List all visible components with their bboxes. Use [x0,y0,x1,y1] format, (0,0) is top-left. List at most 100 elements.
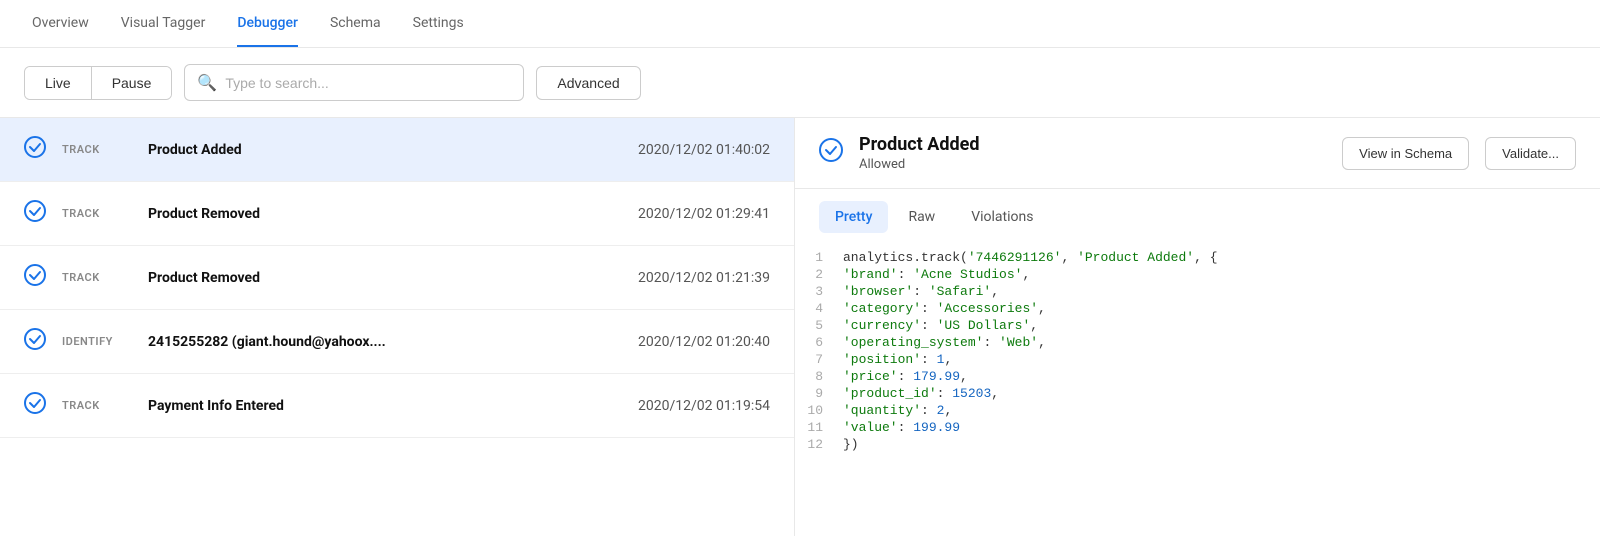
line-number: 3 [795,284,843,299]
live-button[interactable]: Live [25,67,92,99]
code-token: 'Acne Studios' [913,267,1022,282]
line-number: 8 [795,369,843,384]
line-content: analytics.track('7446291126', 'Product A… [843,250,1600,265]
line-number: 6 [795,335,843,350]
code-token: 'currency' [843,318,921,333]
nav-item-debugger[interactable]: Debugger [237,1,298,47]
view-schema-button[interactable]: View in Schema [1342,137,1469,170]
code-token: : [921,352,937,367]
code-token: 15203 [952,386,991,401]
code-token: , [944,352,952,367]
code-token: : [921,301,937,316]
code-token: , [944,403,952,418]
tab-violations[interactable]: Violations [955,201,1049,233]
event-name-label: Product Added [148,142,622,158]
code-token: , [1022,267,1030,282]
code-token: 'Web' [999,335,1038,350]
line-content: 'operating_system': 'Web', [843,335,1600,350]
code-line: 1analytics.track('7446291126', 'Product … [795,249,1600,266]
code-line: 12}) [795,436,1600,453]
event-row[interactable]: IDENTIFY 2415255282 (giant.hound@yahoox..… [0,310,794,374]
tab-pretty[interactable]: Pretty [819,201,888,233]
nav-bar: Overview Visual Tagger Debugger Schema Setti… [0,0,1600,48]
code-token: '7446291126' [968,250,1062,265]
event-time-label: 2020/12/02 01:19:54 [638,398,770,414]
line-number: 5 [795,318,843,333]
event-row[interactable]: TRACKProduct Removed2020/12/02 01:29:41 [0,182,794,246]
pause-button[interactable]: Pause [92,67,172,99]
code-token: 'position' [843,352,921,367]
code-token: 'Safari' [929,284,991,299]
validate-button[interactable]: Validate... [1485,137,1576,170]
code-token: 199.99 [913,420,960,435]
code-token: 'value' [843,420,898,435]
detail-tabs: PrettyRawViolations [795,189,1600,233]
detail-check-icon [819,138,843,168]
code-token: 'category' [843,301,921,316]
nav-item-visual-tagger[interactable]: Visual Tagger [121,1,206,47]
code-token: 'Accessories' [937,301,1038,316]
code-token: , [991,284,999,299]
nav-item-overview[interactable]: Overview [32,1,89,47]
code-token: analytics.track( [843,250,968,265]
code-token: : [921,403,937,418]
detail-panel: Product Added Allowed View in Schema Val… [795,118,1600,536]
code-line: 8 'price': 179.99, [795,368,1600,385]
code-line: 2 'brand': 'Acne Studios', [795,266,1600,283]
code-token: : [937,386,953,401]
code-token: 'US Dollars' [937,318,1031,333]
code-line: 9 'product_id': 15203, [795,385,1600,402]
code-token: , [960,369,968,384]
event-row[interactable]: TRACKPayment Info Entered2020/12/02 01:1… [0,374,794,438]
line-number: 1 [795,250,843,265]
check-icon [24,200,46,227]
line-content: 'position': 1, [843,352,1600,367]
detail-header-info: Product Added Allowed [859,134,1326,172]
nav-item-schema[interactable]: Schema [330,1,381,47]
code-token: 'operating_system' [843,335,983,350]
line-content: 'value': 199.99 [843,420,1600,435]
event-type-label: IDENTIFY [62,335,132,348]
tab-raw[interactable]: Raw [892,201,951,233]
event-name-label: 2415255282 (giant.hound@yahoox.... [148,334,622,350]
event-name-label: Product Removed [148,206,622,222]
event-row[interactable]: TRACKProduct Removed2020/12/02 01:21:39 [0,246,794,310]
event-type-label: TRACK [62,143,132,156]
event-type-label: TRACK [62,271,132,284]
line-number: 7 [795,352,843,367]
code-token: : [898,420,914,435]
search-icon: 🔍 [197,73,217,92]
event-time-label: 2020/12/02 01:40:02 [638,142,770,158]
code-token: : [983,335,999,350]
code-token: }) [843,437,859,452]
code-line: 5 'currency': 'US Dollars', [795,317,1600,334]
code-token: 'browser' [843,284,913,299]
code-line: 4 'category': 'Accessories', [795,300,1600,317]
event-type-label: TRACK [62,399,132,412]
line-content: }) [843,437,1600,452]
code-token: : [913,284,929,299]
event-name-label: Product Removed [148,270,622,286]
event-row[interactable]: TRACK Product Added 2020/12/02 01:40:02 [0,118,794,182]
code-token: : [921,318,937,333]
line-number: 10 [795,403,843,418]
code-token: 'quantity' [843,403,921,418]
check-icon [24,264,46,291]
detail-header: Product Added Allowed View in Schema Val… [795,118,1600,189]
main-layout: TRACKProduct Added2020/12/02 01:40:02TRA… [0,118,1600,536]
code-token: : [898,267,914,282]
detail-title: Product Added [859,134,1326,155]
nav-item-settings[interactable]: Settings [413,1,464,47]
advanced-button[interactable]: Advanced [536,66,640,100]
live-pause-group: Live Pause [24,66,172,100]
code-token: , { [1194,250,1217,265]
code-token: , [1038,335,1046,350]
search-input[interactable] [225,75,511,91]
code-panel: 1analytics.track('7446291126', 'Product … [795,233,1600,536]
detail-status: Allowed [859,157,1326,172]
code-token: : [898,369,914,384]
line-number: 11 [795,420,843,435]
code-token: 179.99 [913,369,960,384]
line-content: 'brand': 'Acne Studios', [843,267,1600,282]
code-line: 11 'value': 199.99 [795,419,1600,436]
